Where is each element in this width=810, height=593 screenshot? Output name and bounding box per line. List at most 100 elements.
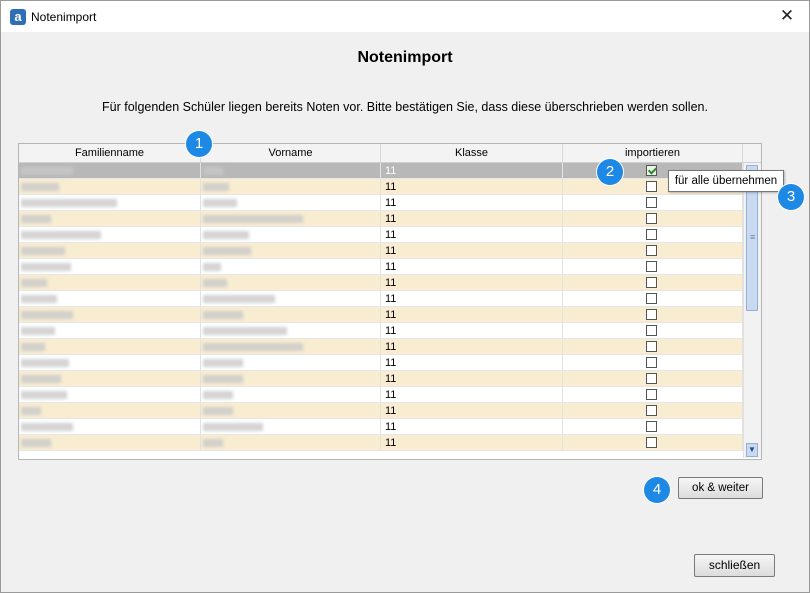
import-checkbox[interactable] (646, 229, 657, 240)
column-header-familienname[interactable]: Familienname (19, 144, 201, 162)
import-checkbox[interactable] (646, 261, 657, 272)
redacted-text (203, 199, 237, 207)
annotation-badge-4: 4 (644, 477, 670, 503)
cell-importieren (563, 211, 743, 227)
cell-vorname (201, 403, 381, 419)
import-checkbox[interactable] (646, 197, 657, 208)
table-row[interactable]: 11 (19, 339, 743, 355)
redacted-text (21, 183, 59, 191)
cell-vorname (201, 339, 381, 355)
table-row[interactable]: 11 (19, 403, 743, 419)
redacted-text (21, 439, 51, 447)
import-checkbox[interactable] (646, 213, 657, 224)
import-checkbox[interactable] (646, 389, 657, 400)
close-window-button[interactable]: ✕ (765, 1, 809, 32)
redacted-text (21, 391, 67, 399)
table-row[interactable]: 11 (19, 259, 743, 275)
cell-vorname (201, 307, 381, 323)
redacted-text (21, 263, 71, 271)
import-checkbox[interactable] (646, 341, 657, 352)
cell-familienname (19, 307, 201, 323)
cell-familienname (19, 195, 201, 211)
column-header-importieren[interactable]: importieren (563, 144, 743, 162)
table-row[interactable]: 11 (19, 179, 743, 195)
app-logo-icon: a (10, 9, 26, 25)
import-checkbox[interactable] (646, 373, 657, 384)
cell-vorname (201, 435, 381, 451)
redacted-text (203, 407, 233, 415)
cell-klasse: 11 (381, 371, 563, 387)
cell-importieren (563, 355, 743, 371)
import-checkbox[interactable] (646, 405, 657, 416)
cell-vorname (201, 243, 381, 259)
dialog-window: a Notenimport ✕ Notenimport Für folgende… (0, 0, 810, 593)
cell-familienname (19, 211, 201, 227)
cell-klasse: 11 (381, 275, 563, 291)
import-checkbox[interactable] (646, 325, 657, 336)
redacted-text (203, 247, 251, 255)
cell-familienname (19, 355, 201, 371)
table-row[interactable]: 11 (19, 227, 743, 243)
scroll-grip-icon: ≡ (750, 232, 756, 242)
cell-vorname (201, 275, 381, 291)
scroll-down-button[interactable]: ▼ (746, 443, 758, 457)
cell-importieren (563, 403, 743, 419)
redacted-text (203, 183, 229, 191)
cell-familienname (19, 435, 201, 451)
import-checkbox[interactable] (646, 277, 657, 288)
table-row[interactable]: 11 (19, 243, 743, 259)
import-checkbox[interactable] (646, 293, 657, 304)
column-header-klasse[interactable]: Klasse (381, 144, 563, 162)
vertical-scrollbar[interactable]: ≡ ▼ (743, 163, 761, 458)
table-body: 11 11 11 11 11 11 11 11 11 11 11 11 11 11 11 11 11 11 (19, 163, 743, 451)
import-checkbox[interactable] (646, 181, 657, 192)
cell-familienname (19, 259, 201, 275)
cell-familienname (19, 163, 201, 179)
table-row[interactable]: 11 (19, 291, 743, 307)
redacted-text (21, 327, 55, 335)
import-checkbox[interactable] (646, 357, 657, 368)
cell-familienname (19, 387, 201, 403)
cell-vorname (201, 259, 381, 275)
table-row[interactable]: 11 (19, 195, 743, 211)
cell-importieren (563, 307, 743, 323)
cell-klasse: 11 (381, 323, 563, 339)
table-row[interactable]: 11 (19, 387, 743, 403)
table-header: Familienname Vorname Klasse importieren (19, 144, 761, 163)
cell-klasse: 11 (381, 387, 563, 403)
import-checkbox[interactable] (646, 165, 657, 176)
redacted-text (203, 215, 303, 223)
close-button[interactable]: schließen (694, 554, 775, 577)
window-title: Notenimport (31, 10, 97, 24)
cell-klasse: 11 (381, 259, 563, 275)
import-checkbox[interactable] (646, 437, 657, 448)
cell-klasse: 11 (381, 339, 563, 355)
table-row[interactable]: 11 (19, 211, 743, 227)
table-row[interactable]: 11 (19, 371, 743, 387)
cell-vorname (201, 227, 381, 243)
import-checkbox[interactable] (646, 309, 657, 320)
import-checkbox[interactable] (646, 245, 657, 256)
redacted-text (203, 231, 249, 239)
redacted-text (21, 167, 73, 175)
page-title: Notenimport (357, 49, 453, 66)
column-header-vorname[interactable]: Vorname (201, 144, 381, 162)
table-row[interactable]: 11 (19, 275, 743, 291)
redacted-text (203, 279, 227, 287)
title-bar: a Notenimport ✕ (1, 1, 809, 32)
import-checkbox[interactable] (646, 421, 657, 432)
table-row[interactable]: 11 (19, 163, 743, 179)
redacted-text (203, 343, 303, 351)
cell-klasse: 11 (381, 211, 563, 227)
table-row[interactable]: 11 (19, 419, 743, 435)
table-row[interactable]: 11 (19, 323, 743, 339)
table-row[interactable]: 11 (19, 355, 743, 371)
redacted-text (203, 295, 275, 303)
table-row[interactable]: 11 (19, 435, 743, 451)
cell-vorname (201, 195, 381, 211)
cell-familienname (19, 227, 201, 243)
ok-continue-button[interactable]: ok & weiter (678, 477, 763, 499)
redacted-text (203, 311, 243, 319)
cell-vorname (201, 323, 381, 339)
table-row[interactable]: 11 (19, 307, 743, 323)
